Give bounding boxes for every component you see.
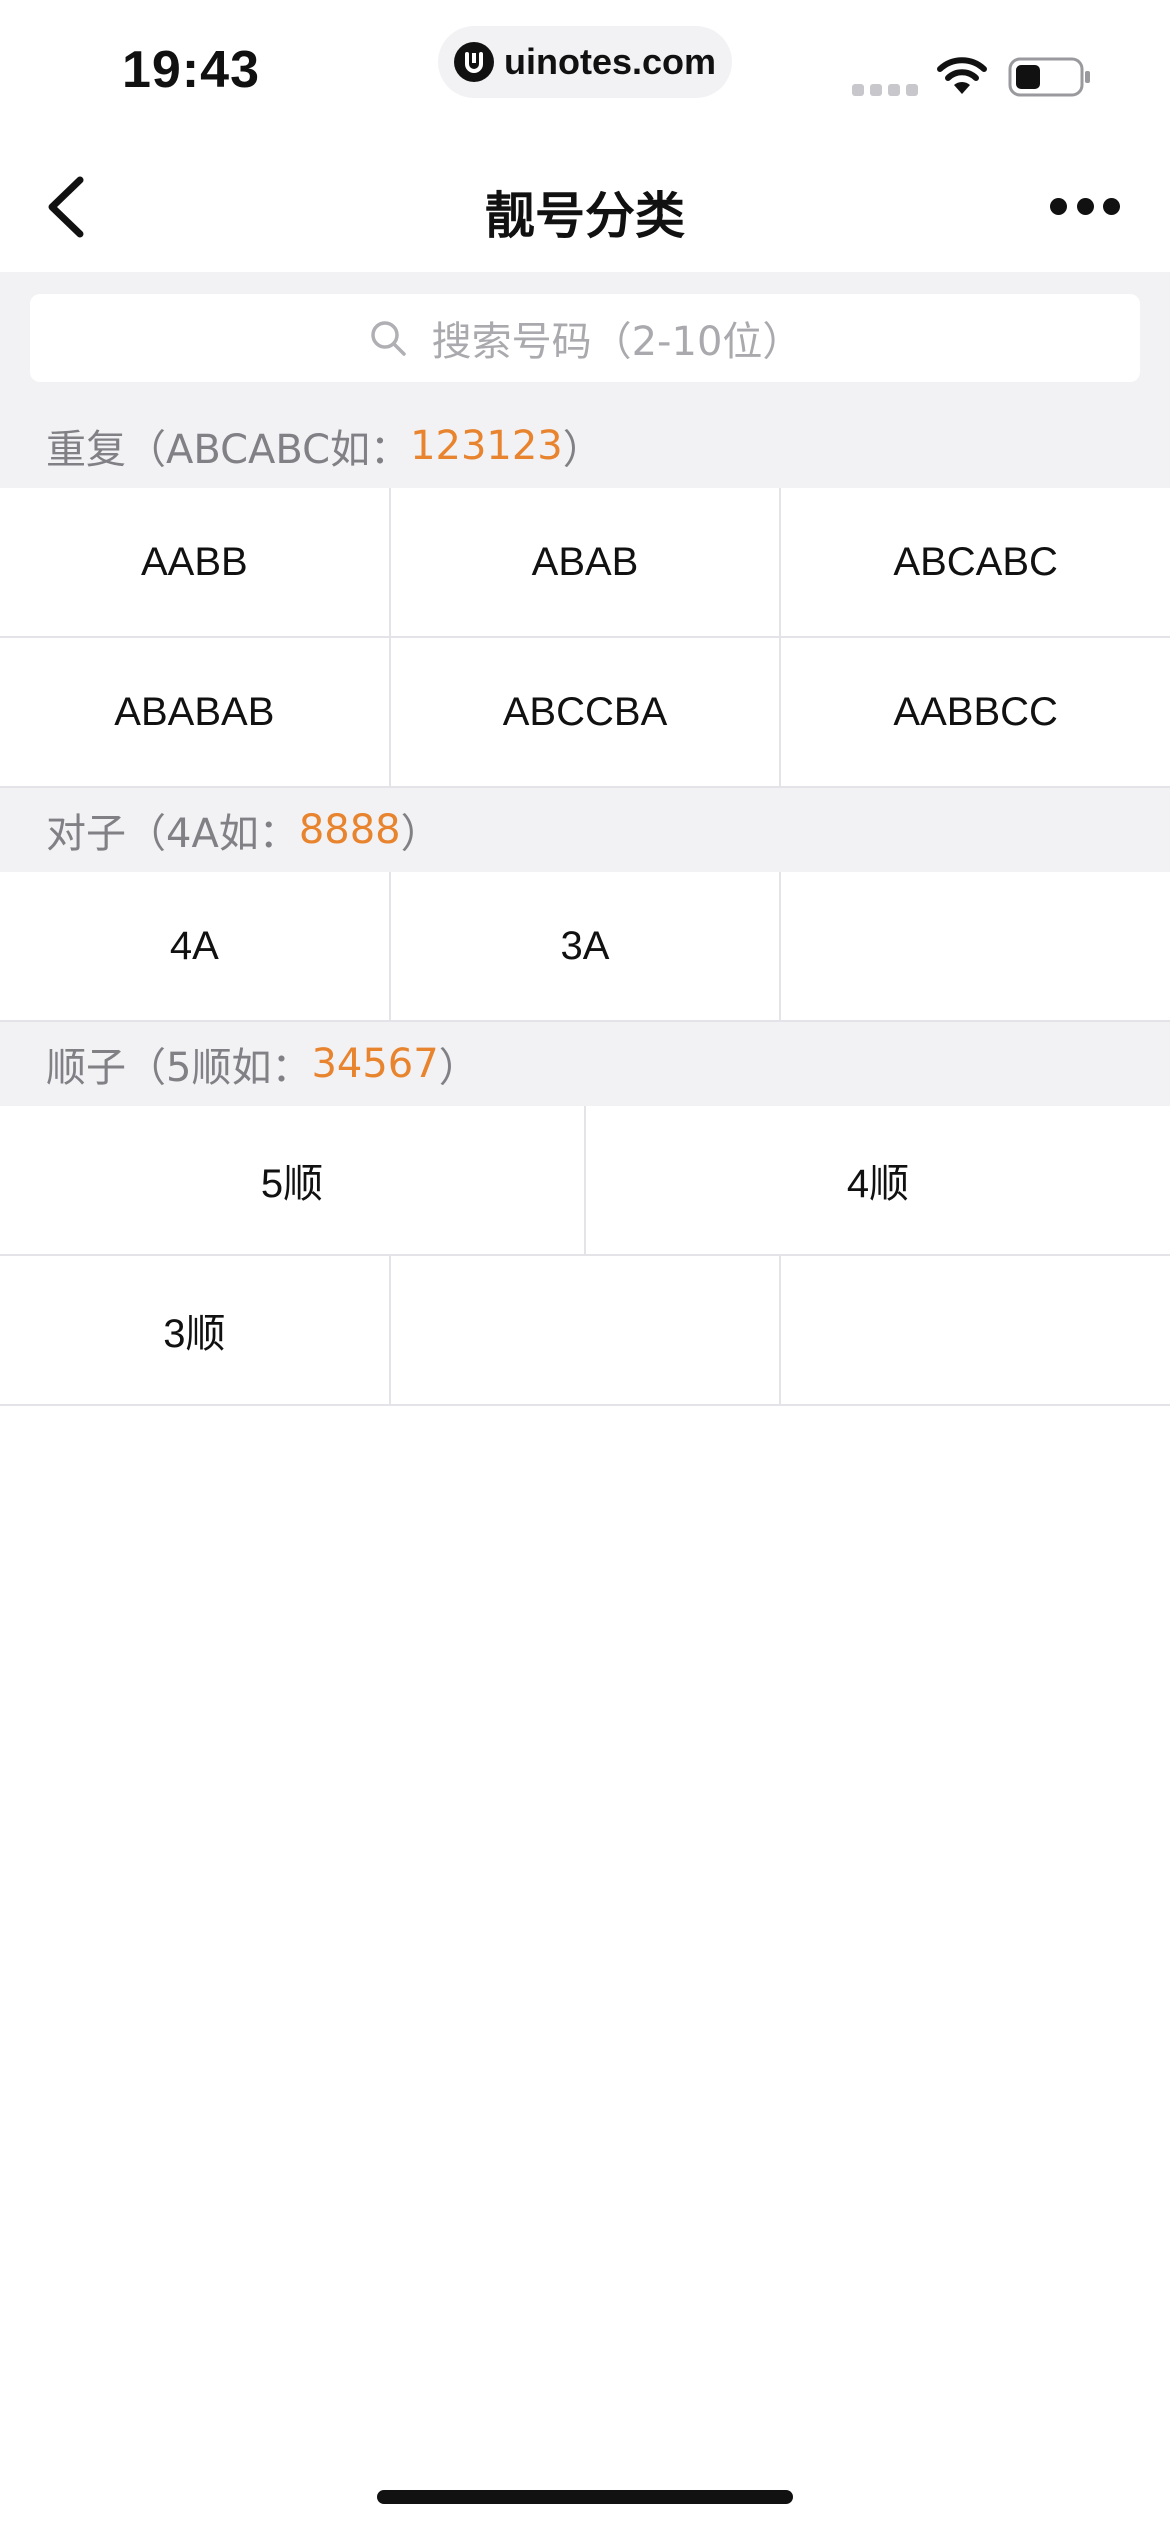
category-row: 5顺 4顺 <box>0 1106 1170 1256</box>
section-header-sequence: 顺子（5顺如： 34567 ） <box>0 1022 1170 1106</box>
category-row: 3顺 <box>0 1256 1170 1406</box>
category-cell-4-sequence[interactable]: 4顺 <box>586 1106 1170 1254</box>
search-icon <box>370 321 406 356</box>
category-row: 4A 3A <box>0 872 1170 1022</box>
category-cell-aabbcc[interactable]: AABBCC <box>781 638 1170 786</box>
section-label: 重复（ABCABC如： <box>46 427 411 473</box>
category-cell-5-sequence[interactable]: 5顺 <box>0 1106 586 1254</box>
section-header-pair: 对子（4A如： 8888 ） <box>0 788 1170 872</box>
category-row: ABABAB ABCCBA AABBCC <box>0 638 1170 788</box>
search-input[interactable]: 搜索号码（2-10位） <box>30 294 1140 382</box>
section-label-end: ） <box>562 427 603 473</box>
more-dots-icon[interactable] <box>1050 192 1120 220</box>
category-cell-4a[interactable]: 4A <box>0 872 391 1020</box>
search-bar-container: 搜索号码（2-10位） <box>0 272 1170 404</box>
section-example: 123123 <box>410 423 563 469</box>
section-header-repeat: 重复（ABCABC如： 123123 ） <box>0 404 1170 488</box>
category-cell-abccba[interactable]: ABCCBA <box>391 638 782 786</box>
category-cell-empty <box>781 1256 1170 1404</box>
page-title: 靓号分类 <box>485 187 685 245</box>
section-label: 对子（4A如： <box>46 811 299 857</box>
category-cell-ababab[interactable]: ABABAB <box>0 638 391 786</box>
category-cell-abcabc[interactable]: ABCABC <box>781 488 1170 636</box>
section-label-end: ） <box>400 811 441 857</box>
section-label: 顺子（5顺如： <box>46 1045 312 1091</box>
url-pill[interactable]: uinotes.com <box>438 26 732 98</box>
status-time: 19:43 <box>122 41 260 99</box>
nav-bar: 靓号分类 <box>0 140 1170 272</box>
url-text: uinotes.com <box>503 41 717 82</box>
category-cell-aabb[interactable]: AABB <box>0 488 391 636</box>
section-example: 8888 <box>298 807 401 853</box>
section-example: 34567 <box>311 1041 439 1087</box>
category-cell-abab[interactable]: ABAB <box>391 488 782 636</box>
home-indicator[interactable] <box>377 2490 793 2504</box>
wifi-icon <box>937 57 987 94</box>
section-label-end: ） <box>438 1045 479 1091</box>
category-row: AABB ABAB ABCABC <box>0 488 1170 638</box>
cellular-signal-icon <box>852 84 918 96</box>
category-cell-3-sequence[interactable]: 3顺 <box>0 1256 391 1404</box>
category-cell-empty <box>391 1256 782 1404</box>
battery-icon <box>1008 57 1090 97</box>
status-bar: 19:43 uinotes.com <box>0 0 1170 140</box>
category-cell-empty <box>781 872 1170 1020</box>
site-logo-icon <box>453 42 494 82</box>
category-cell-3a[interactable]: 3A <box>391 872 782 1020</box>
search-placeholder: 搜索号码（2-10位） <box>431 319 803 365</box>
